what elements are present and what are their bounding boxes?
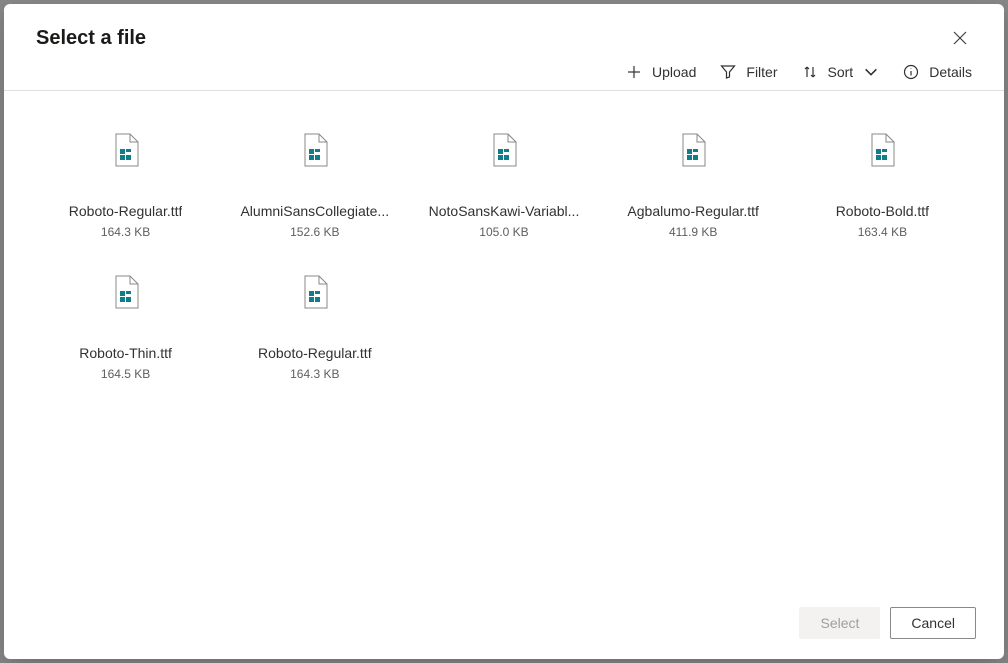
file-item[interactable]: Roboto-Bold.ttf 163.4 KB (793, 119, 972, 245)
file-type-icon (491, 133, 517, 167)
sort-icon (802, 64, 818, 80)
file-type-icon (869, 133, 895, 167)
dialog-title: Select a file (36, 27, 146, 50)
file-size: 164.3 KB (290, 367, 339, 381)
plus-icon (626, 64, 642, 80)
file-size: 164.5 KB (101, 367, 150, 381)
details-label: Details (929, 64, 972, 80)
file-name: NotoSansKawi-Variabl... (429, 203, 580, 219)
file-name: AlumniSansCollegiate... (240, 203, 389, 219)
file-size: 411.9 KB (669, 225, 717, 239)
details-button[interactable]: Details (903, 64, 972, 80)
select-button: Select (799, 607, 880, 639)
filter-button[interactable]: Filter (720, 64, 777, 80)
filter-label: Filter (746, 64, 777, 80)
chevron-down-icon (863, 64, 879, 80)
close-button[interactable] (948, 26, 972, 50)
toolbar: Upload Filter Sort Details (4, 50, 1004, 91)
file-type-icon (302, 275, 328, 309)
file-item[interactable]: Agbalumo-Regular.ttf 411.9 KB (604, 119, 783, 245)
sort-label: Sort (828, 64, 854, 80)
file-size: 152.6 KB (290, 225, 339, 239)
dialog-header: Select a file (4, 4, 1004, 50)
file-size: 105.0 KB (479, 225, 528, 239)
upload-label: Upload (652, 64, 696, 80)
file-name: Agbalumo-Regular.ttf (627, 203, 759, 219)
file-item[interactable]: NotoSansKawi-Variabl... 105.0 KB (414, 119, 593, 245)
file-name: Roboto-Bold.ttf (836, 203, 929, 219)
file-type-icon (113, 275, 139, 309)
file-item[interactable]: AlumniSansCollegiate... 152.6 KB (225, 119, 404, 245)
file-name: Roboto-Regular.ttf (258, 345, 372, 361)
file-item[interactable]: Roboto-Thin.ttf 164.5 KB (36, 261, 215, 387)
file-type-icon (680, 133, 706, 167)
info-icon (903, 64, 919, 80)
sort-button[interactable]: Sort (802, 64, 880, 80)
file-item[interactable]: Roboto-Regular.ttf 164.3 KB (36, 119, 215, 245)
file-type-icon (302, 133, 328, 167)
filter-icon (720, 64, 736, 80)
file-grid: Roboto-Regular.ttf 164.3 KB AlumniSansColl… (4, 91, 1004, 593)
dialog-footer: Select Cancel (4, 593, 1004, 659)
cancel-button[interactable]: Cancel (890, 607, 976, 639)
file-size: 163.4 KB (858, 225, 907, 239)
file-picker-dialog: Select a file Upload Filter Sort (4, 4, 1004, 659)
file-name: Roboto-Thin.ttf (79, 345, 172, 361)
file-name: Roboto-Regular.ttf (69, 203, 183, 219)
file-size: 164.3 KB (101, 225, 150, 239)
close-icon (953, 31, 967, 45)
file-type-icon (113, 133, 139, 167)
upload-button[interactable]: Upload (626, 64, 696, 80)
file-item[interactable]: Roboto-Regular.ttf 164.3 KB (225, 261, 404, 387)
